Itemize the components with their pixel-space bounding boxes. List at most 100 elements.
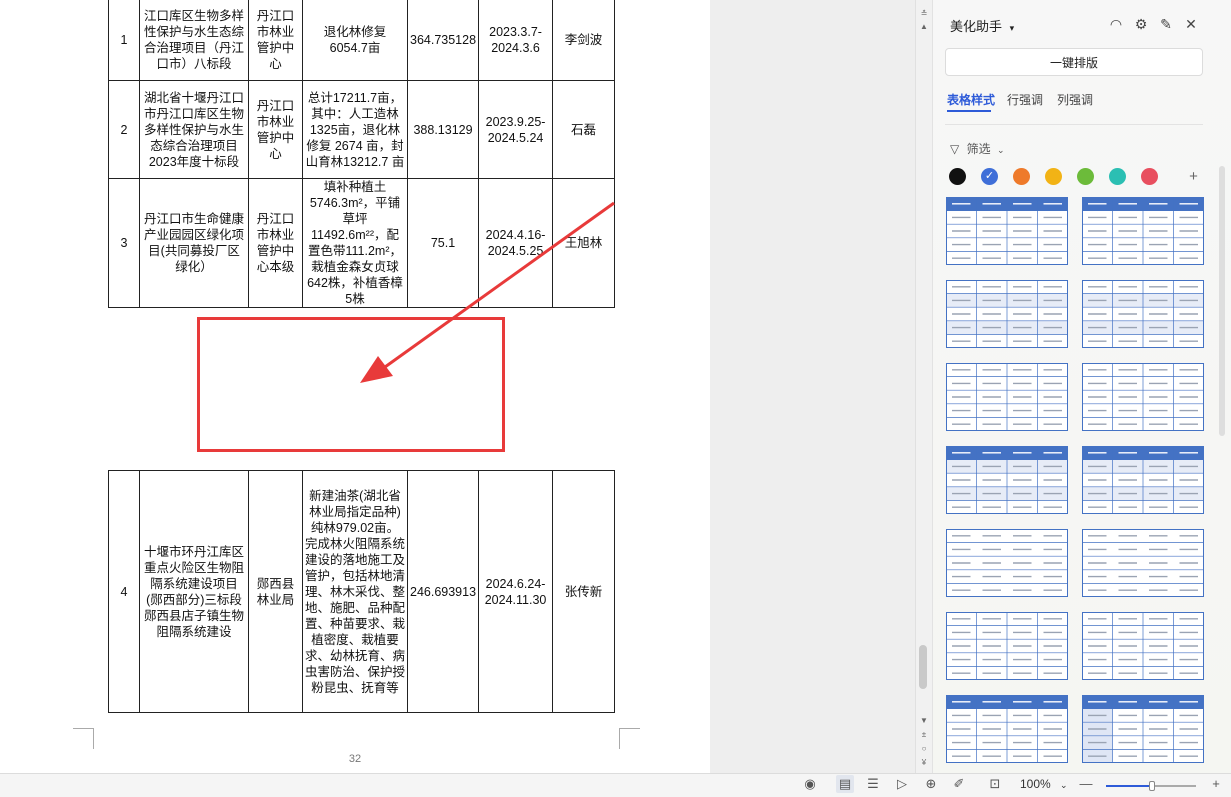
table-row: 2 湖北省十堰丹江口市丹江口库区生物多样性保护与水生态综合治理项目2023年度十标… [108, 80, 616, 179]
project-table-bottom: 4 十堰市环丹江库区重点火险区生物阻隔系统建设项目(郧西部分)三标段郧西县店子镇生… [108, 470, 616, 713]
tab-divider [945, 124, 1203, 125]
cell-unit: 郧西县林业局 [248, 470, 303, 713]
panel-scrollbar[interactable] [1219, 166, 1225, 436]
add-color-icon[interactable]: + [1185, 168, 1202, 185]
web-view-icon[interactable]: ⊕ [922, 775, 940, 793]
crop-mark-left [73, 728, 94, 749]
color-swatch[interactable]: ✓ [981, 168, 998, 185]
tab-column-emphasis[interactable]: 列强调 [1057, 91, 1093, 108]
pin-icon[interactable]: ✎ [1157, 15, 1175, 33]
eye-protection-icon[interactable]: ◉ [801, 775, 819, 793]
page-view-icon[interactable]: ▤ [836, 775, 854, 793]
one-key-layout-button[interactable]: 一键排版 [945, 48, 1203, 76]
zoom-level[interactable]: 100% ⌄ [1020, 777, 1068, 791]
cell-person: 李剑波 [552, 0, 616, 81]
cell-content: 填补种植土5746.3m²，平铺草坪 11492.6m²²，配置色带111.2m… [302, 178, 408, 308]
cell-amount: 75.1 [406, 178, 480, 308]
document-canvas[interactable]: 1 江口库区生物多样性保护与水生态综合治理项目（丹江口市）八标段 丹江口市林业管护中… [0, 0, 710, 773]
cell-amount: 246.693913 [406, 470, 480, 713]
table-row: 4 十堰市环丹江库区重点火险区生物阻隔系统建设项目(郧西部分)三标段郧西县店子镇生… [108, 470, 616, 713]
cell-name: 江口库区生物多样性保护与水生态综合治理项目（丹江口市）八标段 [139, 0, 249, 81]
table-style-thumbnail[interactable] [946, 446, 1068, 514]
table-style-thumbnail[interactable] [946, 363, 1068, 431]
filter-dropdown[interactable]: ▽ 筛选 ⌄ [950, 140, 1004, 157]
cell-period: 2023.3.7-2024.3.6 [478, 0, 554, 81]
cell-no: 1 [108, 0, 140, 81]
table-style-thumbnail[interactable] [946, 612, 1068, 680]
headset-icon[interactable]: ◠ [1107, 15, 1125, 33]
zoom-slider-handle[interactable] [1149, 781, 1155, 791]
scrollbar-thumb[interactable] [919, 645, 927, 689]
cell-unit: 丹江口市林业管护中心 [248, 80, 303, 179]
table-style-thumbnail[interactable] [1082, 363, 1204, 431]
select-browse-icon[interactable]: ○ [918, 743, 930, 755]
fit-page-icon[interactable]: ⊡ [986, 775, 1004, 793]
cell-unit: 丹江口市林业管护中心本级 [248, 178, 303, 308]
table-style-thumbnail[interactable] [1082, 695, 1204, 763]
cell-no: 3 [108, 178, 140, 308]
active-tab-indicator [947, 110, 991, 112]
cell-period: 2024.6.24-2024.11.30 [478, 470, 554, 713]
crop-mark-right [619, 728, 640, 749]
cell-no: 4 [108, 470, 140, 713]
cell-person: 张传新 [552, 470, 616, 713]
cell-unit: 丹江口市林业管护中心 [248, 0, 303, 81]
table-style-thumbnail[interactable] [1082, 197, 1204, 265]
filter-icon: ▽ [950, 142, 960, 156]
cell-content: 新建油茶(湖北省林业局指定品种)纯林979.02亩。完成林火阻隔系统建设的落地施… [302, 470, 408, 713]
table-style-thumbnail[interactable] [946, 695, 1068, 763]
cell-no: 2 [108, 80, 140, 179]
cell-period: 2023.9.25-2024.5.24 [478, 80, 554, 179]
table-style-thumbnail[interactable] [1082, 280, 1204, 348]
cell-content: 总计17211.7亩，其中：人工造林1325亩，退化林修复 2674 亩，封山育… [302, 80, 408, 179]
chevron-down-icon: ⌄ [1060, 780, 1068, 790]
cell-amount: 388.13129 [406, 80, 480, 179]
zoom-in-icon[interactable]: + [1207, 775, 1225, 793]
color-swatch[interactable] [1013, 168, 1030, 185]
scroll-top-icon[interactable]: ≛ [918, 8, 930, 20]
zoom-out-icon[interactable]: — [1077, 775, 1095, 793]
pen-icon[interactable]: ✐ [950, 775, 968, 793]
color-swatch[interactable] [1109, 168, 1126, 185]
table-style-thumbnail[interactable] [946, 280, 1068, 348]
page-number: 32 [348, 753, 362, 765]
color-swatch[interactable] [949, 168, 966, 185]
table-row: 1 江口库区生物多样性保护与水生态综合治理项目（丹江口市）八标段 丹江口市林业管护中… [108, 0, 616, 81]
zoom-slider-fill [1106, 785, 1152, 787]
document-gutter [710, 0, 915, 773]
cell-name: 丹江口市生命健康产业园园区绿化项目(共同募投厂区绿化） [139, 178, 249, 308]
table-style-thumbnail[interactable] [1082, 446, 1204, 514]
scroll-down-icon[interactable]: ▼ [918, 715, 930, 727]
project-table-top: 1 江口库区生物多样性保护与水生态综合治理项目（丹江口市）八标段 丹江口市林业管护中… [108, 0, 616, 308]
close-icon[interactable]: ✕ [1182, 15, 1200, 33]
cell-content: 退化林修复6054.7亩 [302, 0, 408, 81]
beautify-assistant-panel: 美化助手 ▾ ◠ ⚙ ✎ ✕ 一键排版 表格样式 行强调 列强调 ▽ 筛选 ⌄ … [932, 0, 1231, 773]
table-style-thumbnail[interactable] [1082, 612, 1204, 680]
color-swatch[interactable] [1141, 168, 1158, 185]
table-style-thumbnail[interactable] [1082, 529, 1204, 597]
color-swatch[interactable] [1045, 168, 1062, 185]
next-page-icon[interactable]: ¥ [918, 757, 930, 769]
table-style-thumbnail[interactable] [946, 197, 1068, 265]
table-style-thumbnail[interactable] [946, 529, 1068, 597]
cell-amount: 364.735128 [406, 0, 480, 81]
outline-view-icon[interactable]: ☰ [864, 775, 882, 793]
cell-name: 十堰市环丹江库区重点火险区生物阻隔系统建设项目(郧西部分)三标段郧西县店子镇生物… [139, 470, 249, 713]
gear-icon[interactable]: ⚙ [1132, 15, 1150, 33]
table-row: 3 丹江口市生命健康产业园园区绿化项目(共同募投厂区绿化） 丹江口市林业管护中心本级… [108, 178, 616, 308]
check-icon: ✓ [984, 170, 995, 182]
scroll-up-icon[interactable]: ▲ [918, 21, 930, 33]
tab-row-emphasis[interactable]: 行强调 [1007, 91, 1043, 108]
annotation-rectangle [197, 317, 505, 452]
color-swatch[interactable] [1077, 168, 1094, 185]
cell-period: 2024.4.16-2024.5.25 [478, 178, 554, 308]
cell-person: 石磊 [552, 80, 616, 179]
chevron-down-icon: ▾ [1009, 23, 1015, 33]
panel-title[interactable]: 美化助手 ▾ [950, 16, 1014, 35]
tab-table-style[interactable]: 表格样式 [947, 91, 995, 108]
prev-page-icon[interactable]: ± [918, 729, 930, 741]
play-icon[interactable]: ▷ [893, 775, 911, 793]
cell-person: 王旭林 [552, 178, 616, 308]
chevron-down-icon: ⌄ [996, 145, 1005, 155]
cell-name: 湖北省十堰丹江口市丹江口库区生物多样性保护与水生态综合治理项目2023年度十标段 [139, 80, 249, 179]
